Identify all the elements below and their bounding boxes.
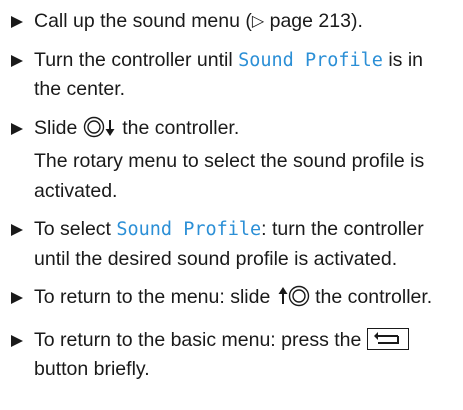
display-keyword: Sound Profile [116, 219, 262, 240]
step-bullet-icon [11, 54, 23, 67]
step-text: Turn the controller until [34, 48, 239, 71]
step-text: Slide [34, 116, 83, 139]
page-reference: page 213). [264, 10, 363, 32]
step-text: To return to the basic menu: press the [34, 328, 367, 351]
step-text: the controller. [116, 116, 240, 139]
step-slide-controller: Slide the controller. The rotary menu to… [10, 114, 453, 207]
step-return-menu: To return to the menu: slide the control… [10, 283, 453, 317]
step-result: The rotary menu to select the sound prof… [34, 150, 425, 202]
step-bullet-icon [11, 16, 23, 28]
step-bullet-icon [11, 292, 23, 304]
controller-slide-down-icon [83, 116, 117, 148]
back-button-icon [366, 327, 409, 350]
display-keyword: Sound Profile [238, 49, 383, 71]
step-turn-controller: Turn the controller until Sound Profile … [10, 46, 453, 105]
controller-slide-up-icon [276, 285, 310, 317]
step-text: the controller. [309, 286, 433, 308]
instruction-page: Call up the sound menu (▷ page 213). Tur… [0, 0, 463, 410]
page-reference-icon: ▷ [251, 13, 265, 30]
step-bullet-icon [11, 334, 23, 347]
step-text: To select [34, 218, 117, 240]
step-text: button briefly. [34, 358, 150, 380]
step-select-sound-profile: To select Sound Profile: turn the contro… [10, 215, 453, 274]
step-text: To return to the menu: slide [34, 286, 276, 308]
step-bullet-icon [11, 224, 23, 236]
step-text: Call up the sound menu ( [34, 10, 252, 32]
instruction-steps: Call up the sound menu (▷ page 213). Tur… [10, 7, 453, 385]
step-call-sound-menu: Call up the sound menu (▷ page 213). [10, 7, 453, 37]
step-bullet-icon [11, 122, 23, 135]
step-return-basic-menu: To return to the basic menu: press the b… [10, 326, 453, 385]
